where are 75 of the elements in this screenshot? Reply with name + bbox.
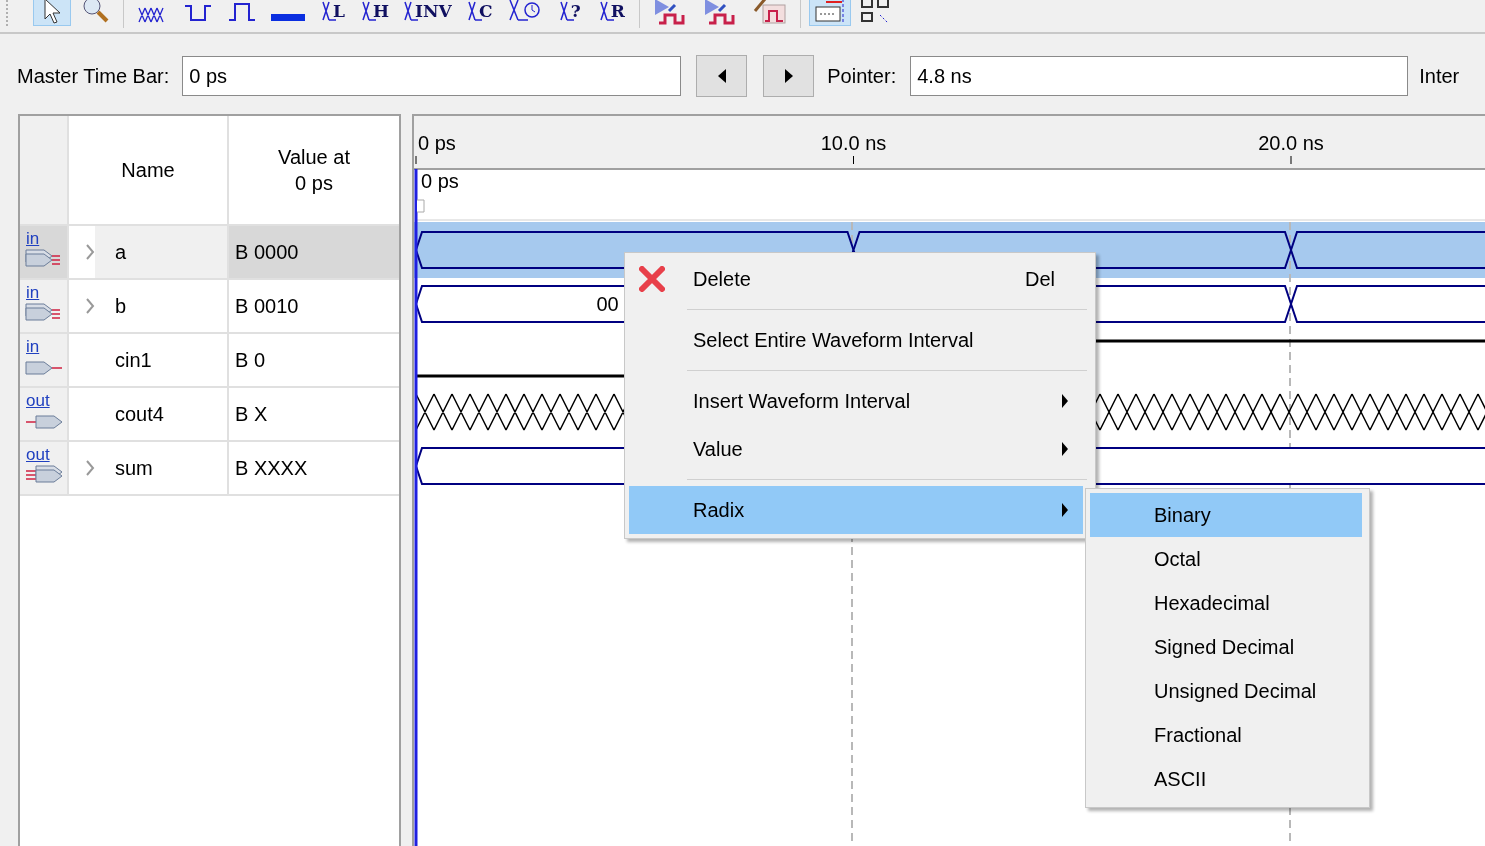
left-triangle-icon [716,69,727,83]
force-value-button[interactable]: L [314,0,352,26]
high-impedance-icon [271,13,305,21]
pin-direction-label: out [26,392,50,410]
menu-item[interactable]: Hexadecimal [1090,581,1362,625]
column-header[interactable]: Name [69,116,229,224]
signal-name: cout4 [114,401,165,427]
high-value-icon [227,0,257,24]
snap-to-grid-icon [813,0,846,25]
force-value-button[interactable]: H [356,0,395,26]
snap-tool-button[interactable] [808,0,851,26]
submenu-arrow-icon [1061,442,1069,456]
menu-item[interactable]: ASCII [1090,757,1362,801]
signal-value: B 0 [234,347,267,373]
expand-chevron-icon[interactable] [85,460,95,476]
pin-direction-label: out [26,446,50,464]
menu-item[interactable]: Octal [1090,537,1362,581]
pin-direction-label: in [26,230,40,248]
pointer-icon [41,0,63,24]
bus-waveform[interactable] [1289,231,1485,269]
bus-value-label: 00 [596,293,619,315]
signal-row[interactable]: out sum B XXXX [20,442,399,496]
force-value-button[interactable]: ? [550,0,589,26]
previous-transition-button[interactable] [696,55,748,97]
force-value-button[interactable]: C [460,0,499,26]
cursor-time-label: 0 ps [421,170,459,192]
menu-item[interactable]: Binary [1090,493,1362,537]
signal-name: a [95,226,227,278]
expand-chevron-icon[interactable] [85,244,95,260]
menu-item[interactable]: Value [629,425,1091,473]
master-time-bar-label: Master Time Bar: [17,64,170,88]
signal-name: cin1 [114,347,153,373]
master-time-field[interactable]: 0 ps [182,56,682,96]
pointer-label: Pointer: [827,64,897,88]
cursor-handle-icon[interactable] [416,199,425,213]
clock-icon [507,0,542,24]
submenu-arrow-icon [1061,503,1069,517]
menu-item[interactable]: Select Entire Waveform Interval [629,316,1091,364]
signal-row[interactable]: in b B 0010 [20,280,399,334]
grid-icon [859,0,892,25]
menu-item[interactable]: Insert Waveform Interval [629,377,1091,425]
next-transition-button[interactable] [763,55,815,97]
menu-item[interactable]: Radix [629,486,1083,534]
signal-value: B XXXX [234,455,309,481]
column-header[interactable]: Value at 0 ps [229,116,399,224]
waveform-edit-icon [752,0,787,25]
pointer-tool-button[interactable] [33,0,71,26]
delete-icon [639,266,665,292]
menu-item[interactable]: Unsigned Decimal [1090,669,1362,713]
submenu-arrow-icon [1061,394,1069,408]
signal-name: sum [114,455,154,481]
force-value-button[interactable]: R [592,0,631,26]
bus-waveform[interactable] [1289,285,1485,323]
signal-row[interactable]: in a B 0000 [20,226,399,280]
time-label: 20.0 ns [1258,132,1324,154]
output-pin-icon [24,462,64,486]
menu-item[interactable]: Delete Del [629,255,1091,303]
expand-chevron-icon[interactable] [85,298,95,314]
signal-value: B 0000 [229,226,399,278]
signal-row[interactable]: out cout4 B X [20,388,399,442]
menu-item[interactable]: Fractional [1090,713,1362,757]
menu-item[interactable]: Signed Decimal [1090,625,1362,669]
pin-direction-label: in [26,338,40,356]
zoom-icon [80,0,110,24]
signal-row[interactable]: in cin1 B 0 [20,334,399,388]
interval-label: Inter [1419,64,1460,88]
pin-direction-label: in [26,284,40,302]
time-label: 0 ps [418,132,456,154]
time-label: 10.0 ns [820,132,887,154]
force-value-button[interactable]: INV [398,0,457,26]
pointer-time-field[interactable]: 4.8 ns [910,56,1409,96]
signal-value: B X [234,401,269,427]
right-triangle-icon [783,69,794,83]
signal-value: B 0010 [234,293,300,319]
signal-name: b [114,293,128,319]
